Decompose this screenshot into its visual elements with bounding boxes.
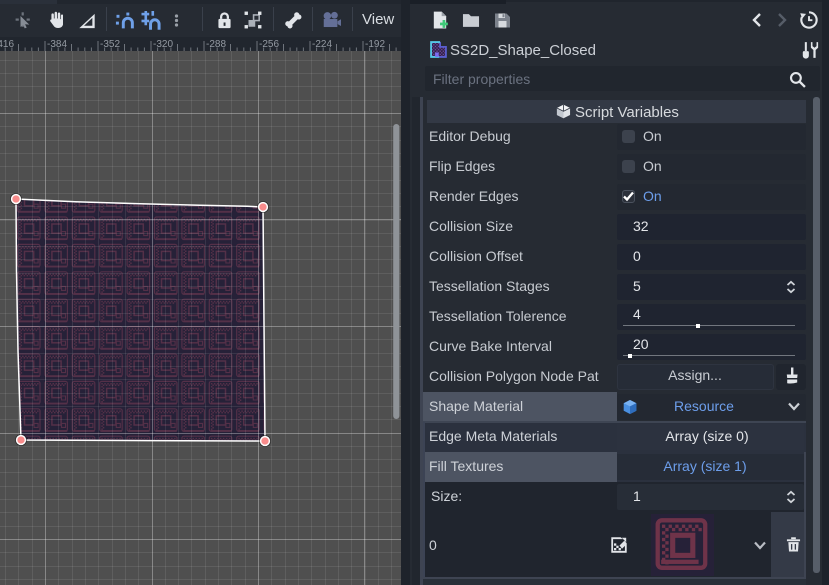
svg-text:-320: -320 [153, 39, 173, 50]
svg-text:-288: -288 [206, 39, 226, 50]
svg-text:-192: -192 [365, 39, 385, 50]
svg-text:-384: -384 [47, 39, 67, 50]
svg-text:-224: -224 [312, 39, 332, 50]
svg-text:-352: -352 [100, 39, 120, 50]
svg-text:-256: -256 [259, 39, 279, 50]
